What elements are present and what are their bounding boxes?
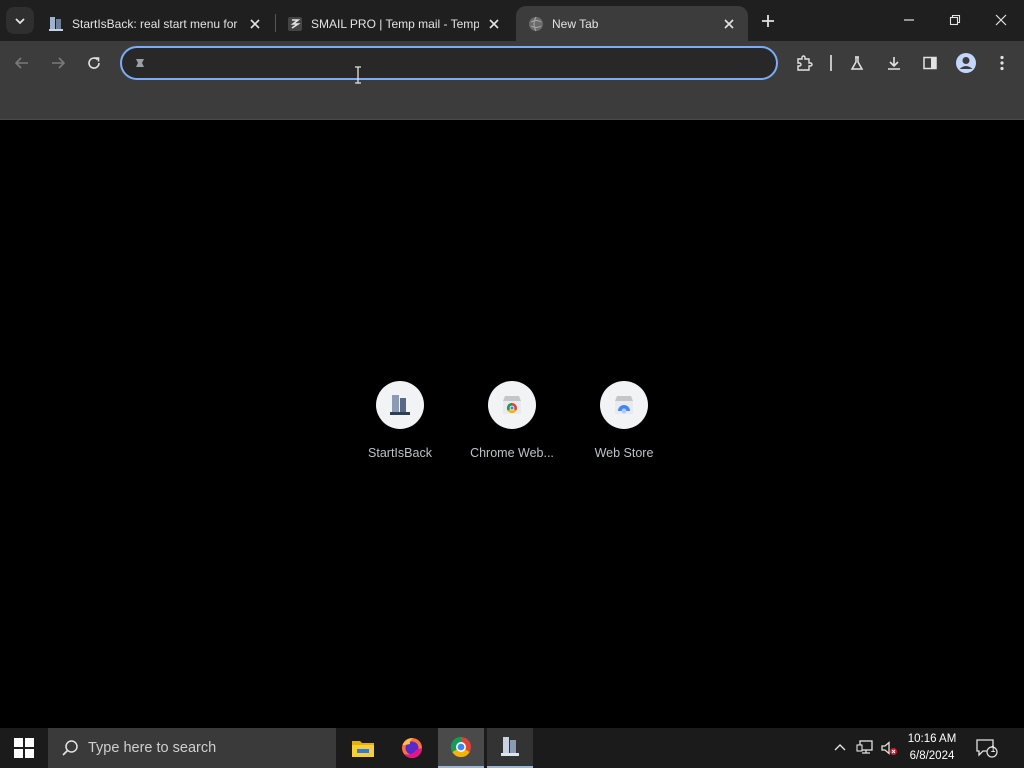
- toolbar-divider: [830, 55, 832, 71]
- shortcut-label: StartIsBack: [368, 446, 432, 460]
- minimize-button[interactable]: [886, 0, 932, 40]
- network-icon: [856, 740, 873, 754]
- search-engine-icon: [132, 55, 148, 71]
- downloads-button[interactable]: [880, 49, 908, 77]
- flask-icon: [850, 56, 864, 70]
- taskbar-firefox[interactable]: [389, 728, 435, 768]
- text-cursor-icon: [355, 66, 361, 84]
- shortcut-chrome-web-store[interactable]: Chrome Web...: [462, 381, 562, 471]
- reload-button[interactable]: [80, 49, 108, 77]
- new-tab-button[interactable]: [756, 9, 780, 33]
- startisback-icon: [501, 737, 519, 756]
- notification-center-button[interactable]: 1: [974, 736, 1000, 760]
- taskbar-file-explorer[interactable]: [340, 728, 386, 768]
- restore-button[interactable]: [932, 0, 978, 40]
- download-icon: [888, 57, 900, 70]
- browser-toolbar: [0, 41, 1024, 85]
- close-tab-icon[interactable]: [246, 15, 264, 33]
- clock-date: 6/8/2024: [909, 750, 955, 762]
- forward-button[interactable]: [44, 49, 72, 77]
- shortcut-startisback[interactable]: StartIsBack: [350, 381, 450, 471]
- reload-icon: [88, 57, 100, 69]
- shortcut-label: Web Store: [594, 446, 654, 460]
- startisback-icon: [376, 381, 424, 429]
- address-input[interactable]: [154, 49, 776, 77]
- restore-icon: [949, 14, 961, 26]
- back-button[interactable]: [8, 49, 36, 77]
- puzzle-icon: [797, 55, 813, 71]
- taskbar-search-box[interactable]: Type here to search: [48, 728, 336, 768]
- tab-strip: StartIsBack: real start menu for Windows…: [0, 0, 1024, 41]
- tab-title: New Tab: [552, 16, 599, 31]
- tab-title: StartIsBack: real start menu for Windows: [72, 16, 240, 31]
- startisback-favicon-icon: [48, 16, 64, 32]
- chrome-icon: [450, 736, 471, 758]
- bookmarks-bar: [0, 85, 1024, 120]
- windows-logo-icon: [14, 738, 34, 758]
- shortcut-web-store[interactable]: Web Store: [574, 381, 674, 471]
- chevron-down-icon: [15, 17, 25, 24]
- side-panel-button[interactable]: [916, 49, 944, 77]
- clock-time: 10:16 AM: [907, 733, 957, 745]
- taskbar-startisback[interactable]: [487, 728, 533, 768]
- tray-overflow-button[interactable]: [830, 738, 850, 758]
- globe-favicon-icon: [528, 16, 544, 32]
- address-bar[interactable]: [120, 46, 778, 80]
- avatar-icon: [956, 53, 976, 73]
- windows-taskbar: Type here to search 10:16 AM 6/8/2024 1: [0, 728, 1024, 768]
- menu-button[interactable]: [988, 49, 1016, 77]
- start-button[interactable]: [0, 728, 48, 768]
- chevron-up-icon: [834, 744, 846, 751]
- taskbar-clock[interactable]: 10:16 AM 6/8/2024: [896, 731, 968, 765]
- arrow-right-icon: [52, 57, 66, 69]
- smail-favicon-icon: [287, 16, 303, 32]
- more-vert-icon: [1000, 55, 1004, 71]
- search-icon: [62, 740, 78, 756]
- search-placeholder: Type here to search: [88, 740, 217, 756]
- close-window-button[interactable]: [978, 0, 1024, 40]
- web-store-icon: [600, 381, 648, 429]
- side-panel-icon: [923, 56, 937, 70]
- tray-network[interactable]: [855, 738, 875, 758]
- plus-icon: [762, 15, 774, 27]
- close-tab-icon[interactable]: [720, 15, 738, 33]
- shortcut-label: Chrome Web...: [470, 446, 554, 460]
- arrow-left-icon: [14, 57, 28, 69]
- profile-button[interactable]: [952, 49, 980, 77]
- tab-startisback[interactable]: StartIsBack: real start menu for Windows: [36, 6, 274, 41]
- tab-new-tab[interactable]: New Tab: [516, 6, 748, 41]
- taskbar-chrome[interactable]: [438, 728, 484, 768]
- extensions-button[interactable]: [790, 49, 818, 77]
- firefox-icon: [402, 738, 422, 758]
- minimize-icon: [904, 19, 914, 21]
- file-explorer-icon: [352, 741, 374, 757]
- notification-count: 1: [990, 744, 996, 754]
- tab-search-button[interactable]: [6, 7, 34, 34]
- labs-button[interactable]: [843, 49, 871, 77]
- chrome-web-store-icon: [488, 381, 536, 429]
- new-tab-page: StartIsBack Chrome Web... Web Store: [0, 121, 1024, 728]
- close-tab-icon[interactable]: [485, 15, 503, 33]
- tab-title: SMAIL PRO | Temp mail - Temporary email: [311, 16, 479, 31]
- close-icon: [995, 14, 1007, 26]
- tab-smail-pro[interactable]: SMAIL PRO | Temp mail - Temporary email: [275, 6, 513, 41]
